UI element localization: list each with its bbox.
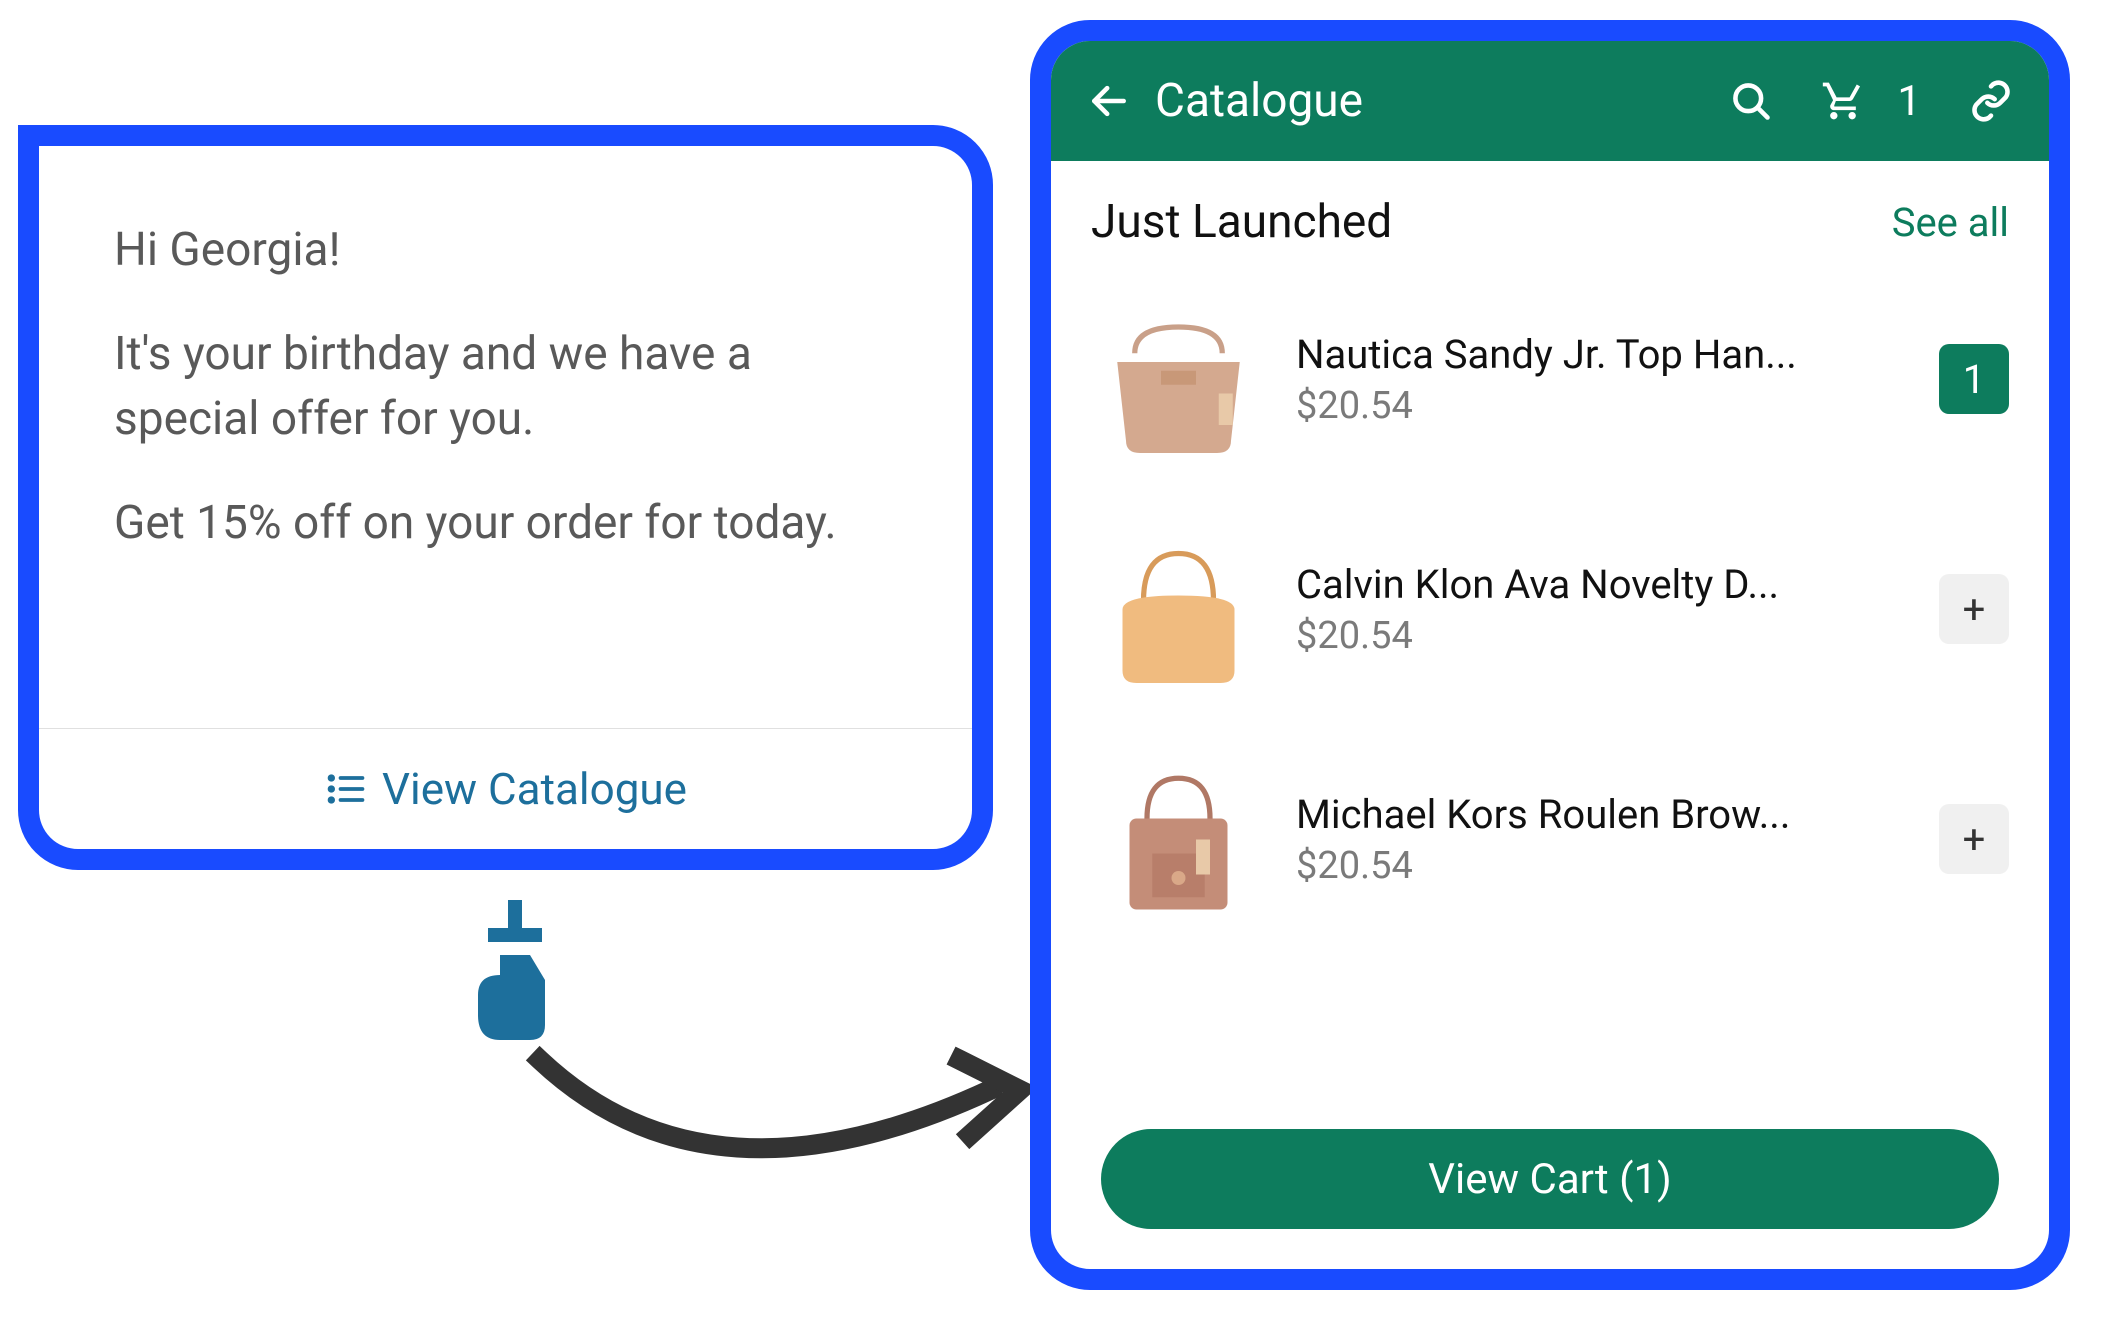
product-info: Michael Kors Roulen Brow... $20.54 — [1296, 791, 1909, 888]
back-icon[interactable] — [1087, 79, 1131, 123]
tap-pointer-arrow — [460, 900, 1040, 1220]
product-name: Nautica Sandy Jr. Top Han... — [1296, 331, 1909, 378]
catalogue-title: Catalogue — [1155, 74, 1705, 128]
cart-icon[interactable] — [1821, 79, 1865, 123]
view-catalogue-label: View Catalogue — [382, 763, 687, 815]
see-all-link[interactable]: See all — [1892, 199, 2009, 246]
chat-content: Hi Georgia! It's your birthday and we ha… — [114, 218, 897, 728]
catalogue-body: Just Launched See all Nautica Sandy Jr. … — [1051, 161, 2049, 1269]
view-cart-button[interactable]: View Cart (1) — [1101, 1129, 1999, 1229]
chat-greeting: Hi Georgia! — [114, 218, 897, 282]
product-image — [1091, 522, 1266, 697]
product-price: $20.54 — [1296, 614, 1909, 658]
product-row[interactable]: Calvin Klon Ava Novelty D... $20.54 + — [1091, 509, 2009, 709]
catalogue-header: Catalogue 1 — [1051, 41, 2049, 161]
product-price: $20.54 — [1296, 384, 1909, 428]
cart-count: 1 — [1897, 77, 1921, 126]
link-icon[interactable] — [1969, 79, 2013, 123]
product-info: Nautica Sandy Jr. Top Han... $20.54 — [1296, 331, 1909, 428]
chat-offer-line-2: Get 15% off on your order for today. — [114, 491, 897, 555]
product-row[interactable]: Nautica Sandy Jr. Top Han... $20.54 1 — [1091, 279, 2009, 479]
product-row[interactable]: Michael Kors Roulen Brow... $20.54 + — [1091, 739, 2009, 939]
section-title: Just Launched — [1091, 195, 1392, 249]
catalogue-panel: Catalogue 1 Just Launched See all — [1030, 20, 2070, 1290]
view-catalogue-button[interactable]: View Catalogue — [114, 729, 897, 849]
chat-bubble: Hi Georgia! It's your birthday and we ha… — [18, 125, 993, 870]
search-icon[interactable] — [1729, 79, 1773, 123]
product-image — [1091, 292, 1266, 467]
section-header: Just Launched See all — [1091, 195, 2009, 249]
product-name: Michael Kors Roulen Brow... — [1296, 791, 1909, 838]
product-qty-badge[interactable]: 1 — [1939, 344, 2009, 414]
product-info: Calvin Klon Ava Novelty D... $20.54 — [1296, 561, 1909, 658]
list-icon — [324, 767, 368, 811]
chat-offer-line-1: It's your birthday and we have a special… — [114, 322, 897, 451]
add-to-cart-button[interactable]: + — [1939, 804, 2009, 874]
product-image — [1091, 752, 1266, 927]
product-price: $20.54 — [1296, 844, 1909, 888]
add-to-cart-button[interactable]: + — [1939, 574, 2009, 644]
product-name: Calvin Klon Ava Novelty D... — [1296, 561, 1909, 608]
